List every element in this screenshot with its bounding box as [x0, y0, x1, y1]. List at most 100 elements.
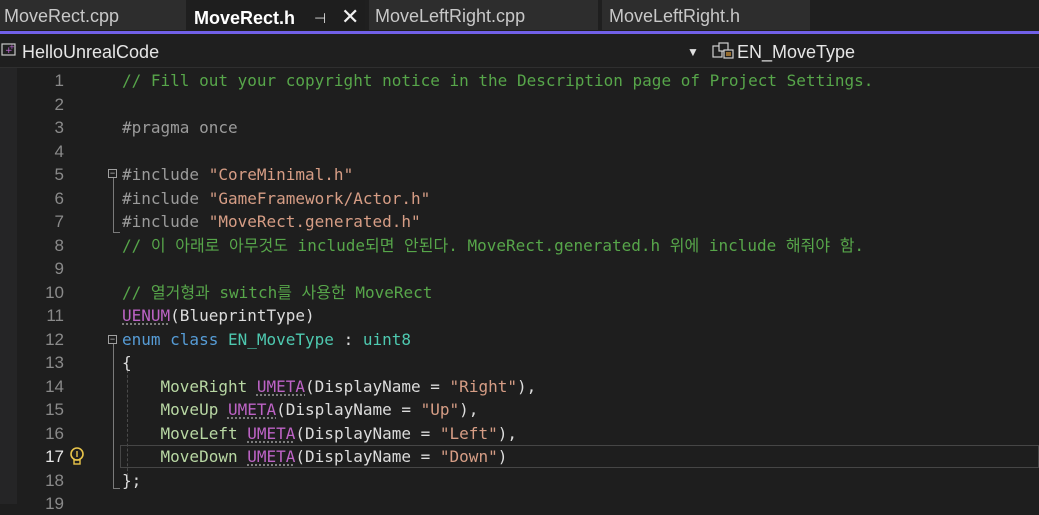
tab-moveleftright-cpp[interactable]: MoveLeftRight.cpp — [369, 0, 598, 30]
line-number: 10 — [45, 282, 64, 302]
code-token: enum class — [122, 329, 228, 349]
enum-type-icon — [712, 42, 734, 59]
code-token: (DisplayName = — [276, 400, 421, 419]
code-text: }; — [122, 469, 141, 492]
line-number: 7 — [54, 212, 64, 231]
code-line[interactable]: 12 enum class EN_MoveType : uint8 — [0, 328, 1039, 351]
code-token: : — [333, 329, 363, 349]
code-token: MoveUp — [160, 400, 219, 419]
project-dropdown[interactable]: + + HelloUnrealCode ▼ — [0, 37, 705, 65]
code-text: MoveDown UMETA(DisplayName = "Down") — [122, 445, 508, 468]
scope-name: EN_MoveType — [737, 42, 856, 62]
code-token: "MoveRect.generated.h" — [208, 212, 421, 231]
code-token: // Fill out your copyright notice in the… — [122, 71, 874, 90]
code-token: // 이 아래로 아무것도 include되면 안된다. MoveRect.ge… — [122, 235, 865, 255]
code-token: (DisplayName = — [295, 447, 440, 466]
code-line[interactable]: 6 #include "GameFramework/Actor.h" — [0, 187, 1039, 210]
code-token: ), — [497, 423, 517, 443]
code-token: #pragma once — [122, 118, 238, 137]
code-line[interactable]: 9 — [0, 257, 1039, 280]
code-token: MoveLeft — [160, 423, 238, 443]
code-token: MoveDown — [160, 447, 238, 466]
line-number: 16 — [45, 423, 64, 443]
line-number: 12 — [45, 329, 64, 349]
code-line[interactable]: 8 // 이 아래로 아무것도 include되면 안된다. MoveRect.g… — [0, 234, 1039, 257]
code-line[interactable]: 5 #include "CoreMinimal.h" — [0, 163, 1039, 186]
tab-moverect-h[interactable]: MoveRect.h ⊣ ✕ — [190, 0, 365, 30]
svg-text:+: + — [9, 43, 15, 51]
code-token: ), — [459, 400, 479, 419]
code-token: (DisplayName = — [305, 376, 450, 396]
line-number: 18 — [45, 470, 64, 490]
line-number: 2 — [54, 94, 64, 114]
tab-label: MoveLeftRight.h — [609, 6, 741, 26]
code-line[interactable]: 3 #pragma once — [0, 116, 1039, 139]
code-token: #include — [122, 165, 209, 184]
code-text: #include "CoreMinimal.h" — [122, 163, 353, 186]
code-editor[interactable]: − − 1// Fill out your copyright notice i… — [0, 68, 1039, 513]
code-token: ) — [497, 447, 508, 466]
code-line[interactable]: 10 // 열거형과 switch를 사용한 MoveRect — [0, 281, 1039, 304]
code-text: // 이 아래로 아무것도 include되면 안된다. MoveRect.ge… — [122, 234, 864, 257]
code-text: MoveLeft UMETA(DisplayName = "Left"), — [122, 422, 517, 445]
code-line[interactable]: 2 — [0, 93, 1039, 116]
code-token: }; — [122, 470, 142, 490]
code-line[interactable]: 14 MoveRight UMETA(DisplayName = "Right"… — [0, 375, 1039, 398]
code-token: MoveRight — [160, 376, 248, 396]
line-number: 6 — [54, 188, 64, 208]
code-text: UENUM(BlueprintType) — [122, 304, 315, 327]
code-token: (DisplayName = — [295, 423, 440, 443]
code-line[interactable]: 4 — [0, 140, 1039, 163]
code-text: // 열거형과 switch를 사용한 MoveRect — [122, 281, 432, 304]
chevron-down-icon[interactable]: ▼ — [687, 37, 699, 67]
line-number: 4 — [54, 141, 64, 161]
scope-dropdown[interactable]: EN_MoveType — [708, 37, 1039, 65]
code-token: "GameFramework/Actor.h" — [208, 188, 431, 208]
line-number: 1 — [54, 71, 64, 90]
tab-label: MoveRect.cpp — [4, 6, 120, 26]
code-token: #include — [122, 212, 209, 231]
code-token: (BlueprintType) — [170, 306, 315, 325]
code-text: #pragma once — [122, 116, 238, 139]
line-number: 3 — [54, 118, 64, 137]
project-icon: + + — [1, 43, 16, 56]
code-line[interactable]: 18}; — [0, 469, 1039, 492]
tab-moveleftright-h[interactable]: MoveLeftRight.h — [602, 0, 810, 30]
code-text: #include "MoveRect.generated.h" — [122, 210, 421, 233]
code-line[interactable]: 11 UENUM(BlueprintType) — [0, 304, 1039, 327]
code-line[interactable]: 15 MoveUp UMETA(DisplayName = "Up"), — [0, 398, 1039, 421]
code-line[interactable]: 13 { — [0, 351, 1039, 374]
code-line[interactable]: 7 #include "MoveRect.generated.h" — [0, 210, 1039, 233]
code-token: "Down" — [439, 447, 498, 466]
line-number: 11 — [46, 306, 64, 325]
code-token: "CoreMinimal.h" — [208, 165, 354, 184]
tab-moverect-cpp[interactable]: MoveRect.cpp — [0, 0, 186, 30]
code-text: MoveUp UMETA(DisplayName = "Up"), — [122, 398, 479, 421]
code-text: { — [122, 351, 132, 374]
code-line[interactable]: 1 // Fill out your copyright notice in th… — [0, 69, 1039, 92]
code-text: #include "GameFramework/Actor.h" — [122, 187, 430, 210]
code-token: UENUM — [122, 306, 171, 325]
code-token: UMETA — [247, 447, 296, 466]
line-number: 17 — [45, 447, 64, 466]
code-token: "Left" — [439, 423, 498, 443]
code-line[interactable]: 17 MoveDown UMETA(DisplayName = "Down") — [0, 445, 1039, 468]
tab-label: MoveRect.h — [194, 8, 296, 28]
code-line[interactable]: 16 MoveLeft UMETA(DisplayName = "Left"), — [0, 422, 1039, 445]
line-number: 15 — [45, 400, 64, 419]
code-token: ), — [516, 376, 537, 396]
code-token: uint8 — [362, 329, 412, 349]
code-token: UMETA — [227, 400, 277, 419]
code-token: "Up" — [420, 400, 460, 419]
code-token: // 열거형과 switch를 사용한 MoveRect — [122, 282, 433, 302]
code-token: EN_MoveType — [227, 329, 334, 349]
project-name: HelloUnrealCode — [22, 42, 160, 62]
close-icon[interactable]: ✕ — [341, 2, 359, 30]
pin-icon[interactable]: ⊣ — [314, 2, 326, 30]
